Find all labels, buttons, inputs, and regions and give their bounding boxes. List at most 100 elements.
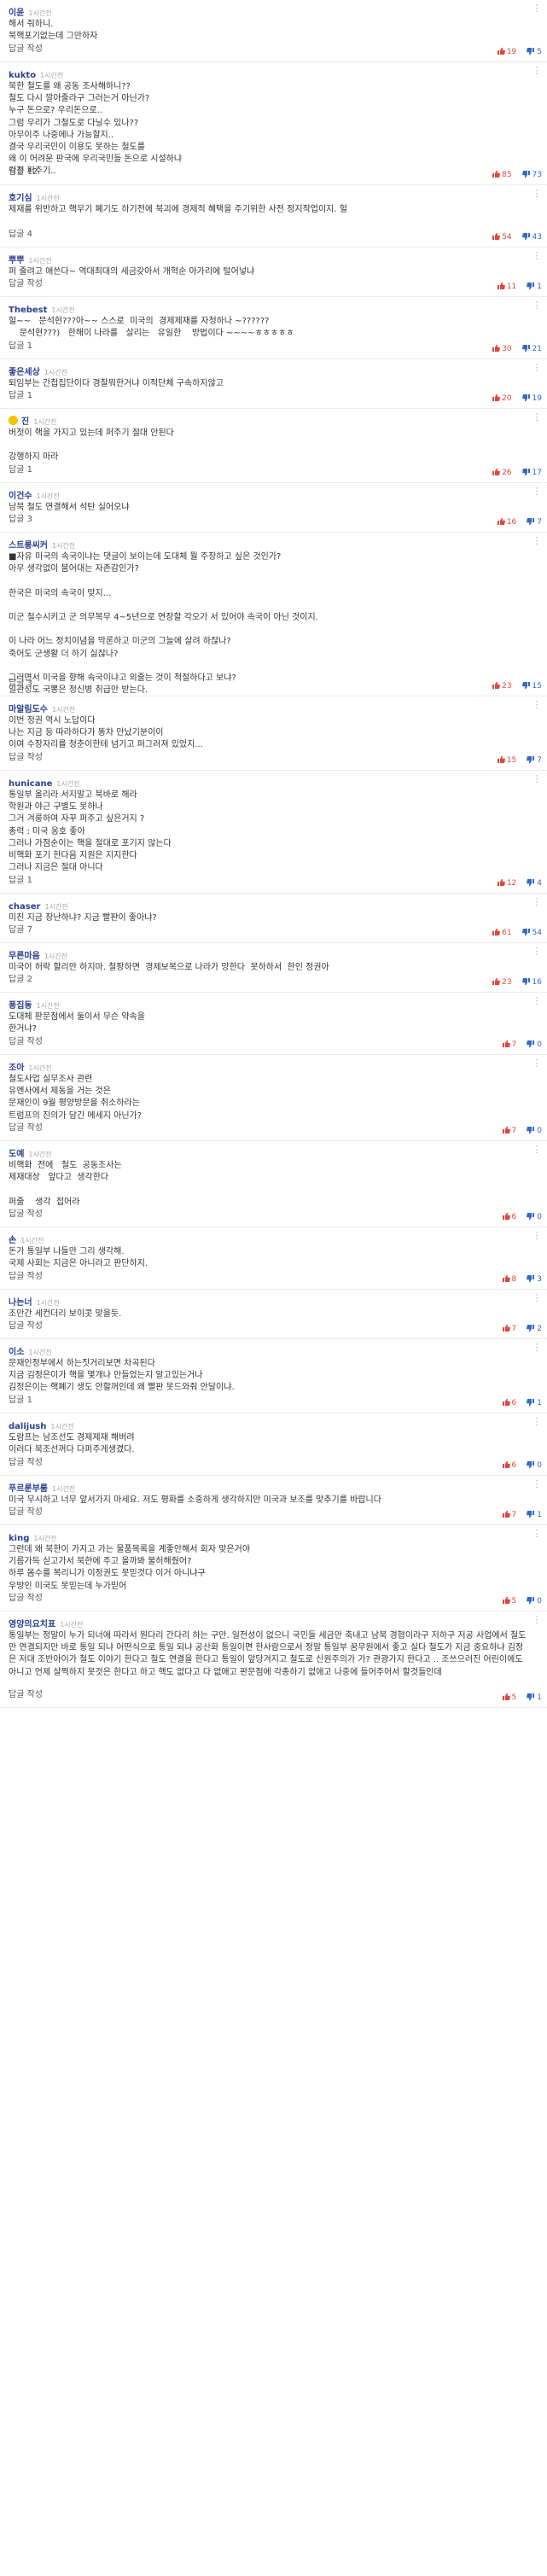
dislike-button[interactable]: 0 bbox=[527, 1210, 542, 1224]
reply-button[interactable]: 답글 작성 bbox=[9, 43, 43, 56]
like-button[interactable]: 11 bbox=[497, 280, 516, 294]
more-options-icon[interactable]: ⋮ bbox=[532, 534, 542, 548]
comment-author[interactable]: 호기심 bbox=[9, 194, 32, 203]
reply-button[interactable]: 답글 1 bbox=[9, 340, 32, 353]
reply-button[interactable]: 답글 1 bbox=[9, 463, 32, 477]
more-options-icon[interactable]: ⋮ bbox=[532, 187, 542, 201]
like-button[interactable]: 7 bbox=[502, 1508, 516, 1522]
comment-author[interactable]: 무른마음 bbox=[9, 952, 40, 961]
more-options-icon[interactable]: ⋮ bbox=[532, 299, 542, 312]
like-button[interactable]: 54 bbox=[492, 230, 512, 244]
like-button[interactable]: 7 bbox=[502, 1038, 516, 1052]
reply-button[interactable]: 답글 1 bbox=[9, 1394, 32, 1407]
comment-author[interactable]: dalijush bbox=[9, 1422, 46, 1431]
dislike-button[interactable]: 2 bbox=[527, 1322, 542, 1336]
dislike-button[interactable]: 0 bbox=[527, 1124, 542, 1138]
more-options-icon[interactable]: ⋮ bbox=[532, 411, 542, 424]
comment-author[interactable]: Thebest bbox=[9, 306, 47, 315]
like-button[interactable]: 6 bbox=[502, 1459, 516, 1472]
dislike-button[interactable]: 1 bbox=[527, 1691, 542, 1705]
dislike-button[interactable]: 0 bbox=[527, 1594, 542, 1608]
more-options-icon[interactable]: ⋮ bbox=[532, 698, 542, 712]
like-button[interactable]: 6 bbox=[502, 1210, 516, 1224]
more-options-icon[interactable]: ⋮ bbox=[532, 772, 542, 786]
comment-author[interactable]: 좋은세상 bbox=[9, 368, 40, 377]
more-options-icon[interactable]: ⋮ bbox=[532, 945, 542, 959]
like-button[interactable]: 19 bbox=[497, 45, 516, 59]
reply-button[interactable]: 답글 작성 bbox=[9, 1208, 43, 1221]
comment-author[interactable]: 이건수 bbox=[9, 492, 32, 501]
like-button[interactable]: 12 bbox=[497, 877, 516, 890]
reply-button[interactable]: 답글 12 bbox=[9, 166, 38, 179]
more-options-icon[interactable]: ⋮ bbox=[532, 1143, 542, 1157]
reply-button[interactable]: 답글 작성 bbox=[9, 1035, 43, 1049]
like-button[interactable]: 15 bbox=[497, 754, 516, 767]
reply-button[interactable]: 답글 작성 bbox=[9, 1122, 43, 1135]
reply-button[interactable]: 답글 작성 bbox=[9, 1456, 43, 1470]
dislike-button[interactable]: 3 bbox=[527, 1273, 542, 1286]
like-button[interactable]: 85 bbox=[492, 168, 512, 182]
dislike-button[interactable]: 17 bbox=[521, 466, 542, 480]
like-button[interactable]: 5 bbox=[502, 1691, 516, 1705]
comment-author[interactable]: 나는너 bbox=[9, 1298, 32, 1308]
comment-author[interactable]: hunicane bbox=[9, 779, 52, 789]
dislike-button[interactable]: 73 bbox=[521, 168, 542, 182]
reply-button[interactable]: 답글 작성 bbox=[9, 1592, 43, 1606]
dislike-button[interactable]: 19 bbox=[521, 392, 542, 405]
comment-author[interactable]: 이소 bbox=[9, 1348, 24, 1357]
more-options-icon[interactable]: ⋮ bbox=[532, 895, 542, 909]
comment-author[interactable]: 조아 bbox=[9, 1064, 24, 1073]
reply-button[interactable]: 답글 1 bbox=[9, 389, 32, 403]
more-options-icon[interactable]: ⋮ bbox=[532, 485, 542, 498]
comment-author[interactable]: chaser bbox=[9, 902, 40, 912]
more-options-icon[interactable]: ⋮ bbox=[532, 1341, 542, 1355]
comment-author[interactable]: 마알림도수 bbox=[9, 705, 48, 714]
more-options-icon[interactable]: ⋮ bbox=[532, 361, 542, 375]
more-options-icon[interactable]: ⋮ bbox=[532, 249, 542, 263]
comment-author[interactable]: 풍집동 bbox=[9, 1001, 32, 1011]
dislike-button[interactable]: 0 bbox=[527, 1038, 542, 1052]
like-button[interactable]: 26 bbox=[492, 466, 512, 480]
more-options-icon[interactable]: ⋮ bbox=[532, 1415, 542, 1429]
more-options-icon[interactable]: ⋮ bbox=[532, 1291, 542, 1305]
reply-button[interactable]: 답글 작성 bbox=[9, 1270, 43, 1284]
comment-author[interactable]: 영양의요치표 bbox=[9, 1620, 55, 1629]
like-button[interactable]: 23 bbox=[492, 679, 512, 693]
dislike-button[interactable]: 1 bbox=[527, 280, 542, 294]
dislike-button[interactable]: 5 bbox=[527, 45, 542, 59]
comment-author[interactable]: king bbox=[9, 1534, 29, 1543]
dislike-button[interactable]: 54 bbox=[521, 926, 542, 940]
more-options-icon[interactable]: ⋮ bbox=[532, 994, 542, 1008]
dislike-button[interactable]: 15 bbox=[521, 679, 542, 693]
reply-button[interactable]: 답글 1 bbox=[9, 874, 32, 888]
reply-button[interactable]: 답글 작성 bbox=[9, 1320, 43, 1333]
like-button[interactable]: 8 bbox=[502, 1273, 516, 1286]
dislike-button[interactable]: 21 bbox=[521, 342, 542, 356]
like-button[interactable]: 5 bbox=[502, 1594, 516, 1608]
reply-button[interactable]: 답글 3 bbox=[9, 677, 32, 691]
like-button[interactable]: 61 bbox=[492, 926, 512, 940]
more-options-icon[interactable]: ⋮ bbox=[532, 1057, 542, 1070]
reply-button[interactable]: 답글 작성 bbox=[9, 751, 43, 765]
comment-author[interactable]: kukto bbox=[9, 71, 36, 80]
reply-button[interactable]: 답글 작성 bbox=[9, 1688, 43, 1702]
like-button[interactable]: 16 bbox=[497, 516, 516, 529]
reply-button[interactable]: 답글 4 bbox=[9, 228, 32, 242]
reply-button[interactable]: 답글 2 bbox=[9, 973, 32, 987]
dislike-button[interactable]: 1 bbox=[527, 1508, 542, 1522]
comment-author[interactable]: 뿌뿌 bbox=[9, 256, 24, 265]
comment-author[interactable]: 이윤 bbox=[9, 9, 24, 18]
dislike-button[interactable]: 0 bbox=[527, 1459, 542, 1472]
comment-author[interactable]: 스트롱씨커 bbox=[9, 541, 48, 551]
like-button[interactable]: 7 bbox=[502, 1124, 516, 1138]
dislike-button[interactable]: 7 bbox=[527, 516, 542, 529]
reply-button[interactable]: 답글 작성 bbox=[9, 277, 43, 291]
comment-author[interactable]: 손 bbox=[9, 1236, 16, 1245]
like-button[interactable]: 30 bbox=[492, 342, 512, 356]
like-button[interactable]: 20 bbox=[492, 392, 512, 405]
dislike-button[interactable]: 1 bbox=[527, 1396, 542, 1410]
reply-button[interactable]: 답글 7 bbox=[9, 924, 32, 937]
like-button[interactable]: 7 bbox=[502, 1322, 516, 1336]
like-button[interactable]: 6 bbox=[502, 1396, 516, 1410]
comment-author[interactable]: 푸르룬부룸 bbox=[9, 1484, 48, 1494]
